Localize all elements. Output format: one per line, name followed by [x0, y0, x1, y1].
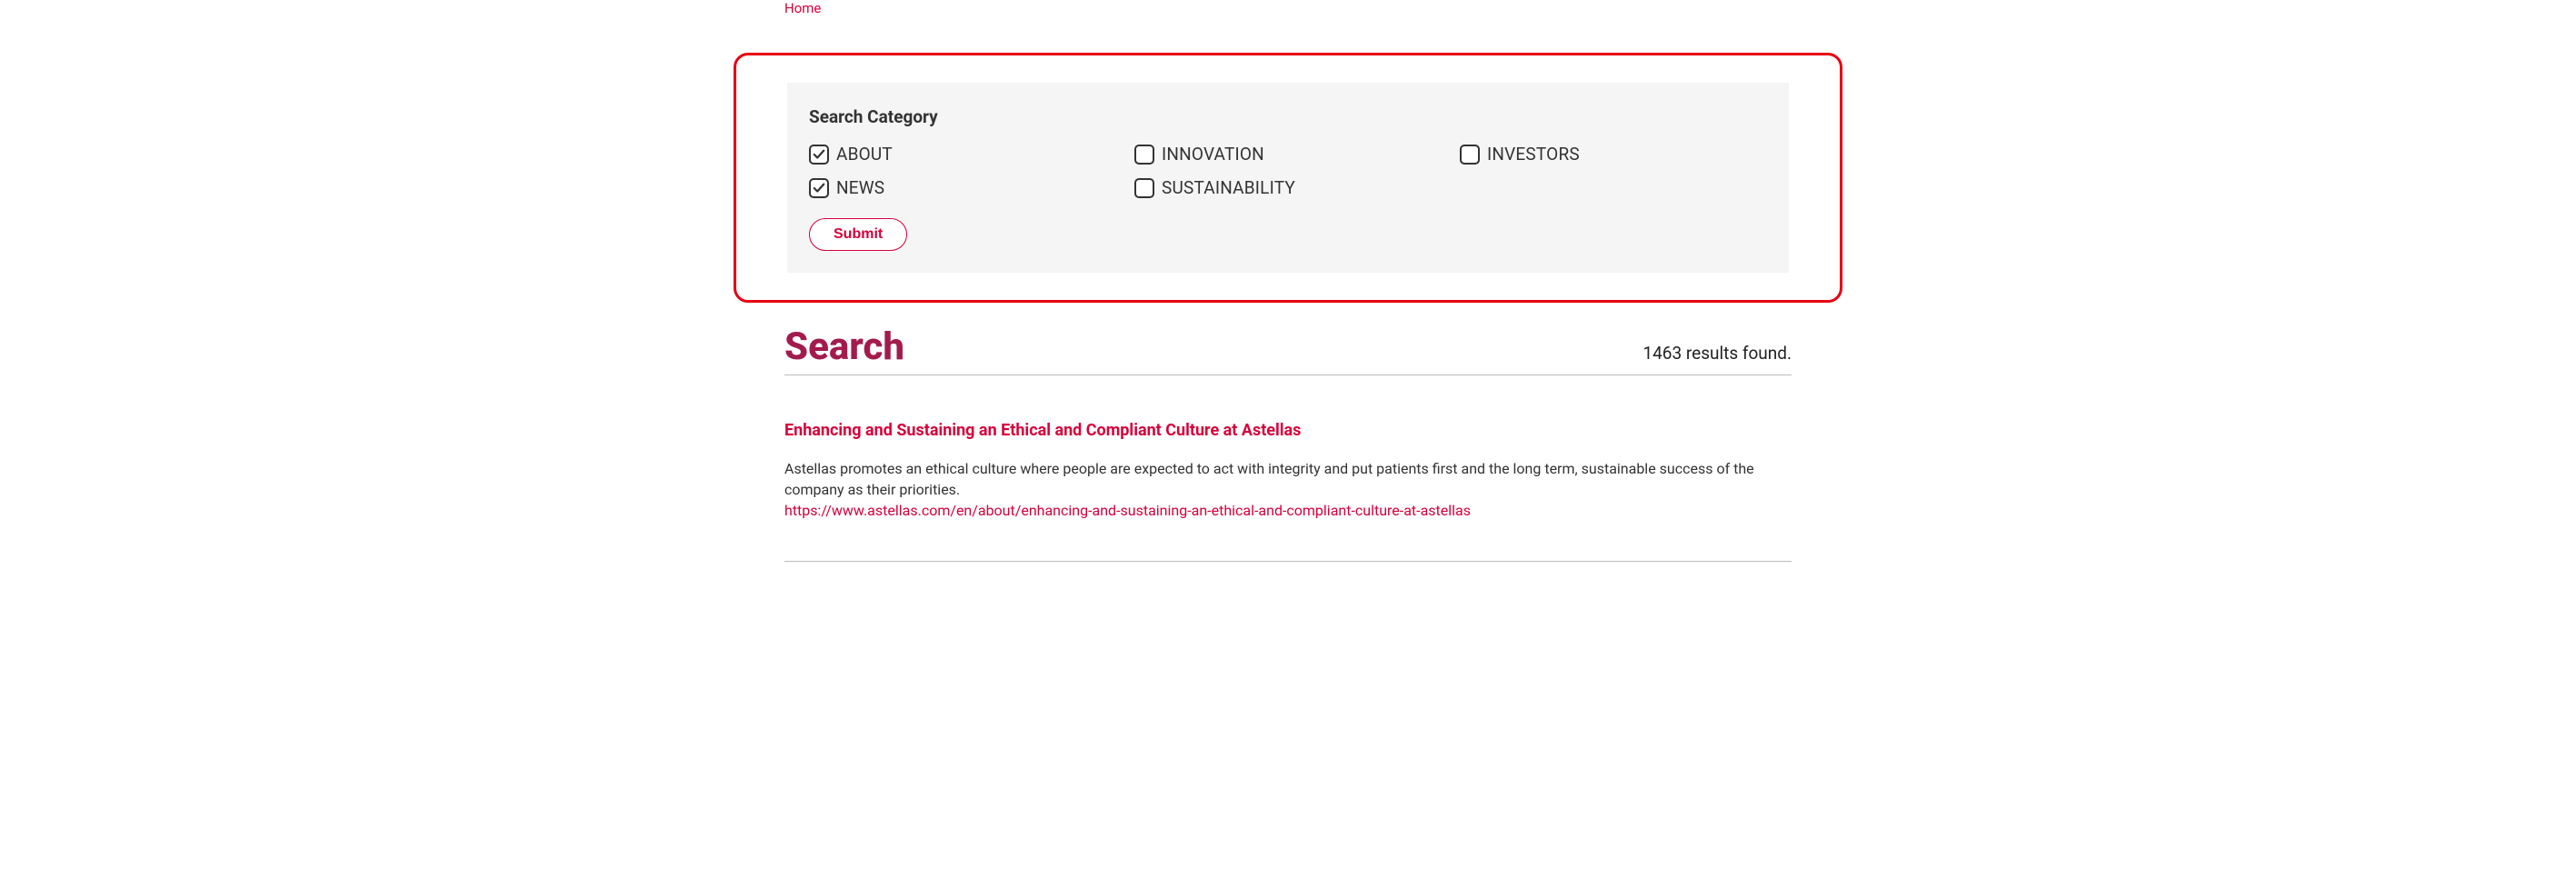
results-list: Enhancing and Sustaining an Ethical and … [784, 421, 1792, 562]
breadcrumb-home-link[interactable]: Home [784, 0, 821, 16]
checkbox-item-news[interactable]: NEWS [809, 177, 1116, 198]
checkbox-item-innovation[interactable]: INNOVATION [1134, 144, 1442, 165]
checkbox-label: ABOUT [836, 144, 893, 165]
checkbox-box[interactable] [809, 145, 829, 165]
checkbox-box[interactable] [1460, 145, 1480, 165]
checkbox-grid: ABOUT INNOVATION INVESTORS NEWS SUSTAINABILI… [809, 144, 1767, 198]
search-category-panel: Search Category ABOUT INNOVATION INVESTORS… [787, 83, 1789, 273]
breadcrumb: Home [784, 0, 1792, 16]
filter-highlight-box: Search Category ABOUT INNOVATION INVESTORS… [734, 53, 1842, 303]
results-count: 1463 results found. [1642, 343, 1792, 364]
check-icon [813, 182, 825, 195]
checkbox-item-about[interactable]: ABOUT [809, 144, 1116, 165]
submit-button[interactable]: Submit [809, 218, 907, 251]
filter-title: Search Category [809, 106, 1767, 127]
search-header-row: Search 1463 results found. [784, 325, 1792, 375]
checkbox-box[interactable] [1134, 178, 1154, 198]
result-item: Enhancing and Sustaining an Ethical and … [784, 421, 1792, 562]
checkbox-box[interactable] [809, 178, 829, 198]
check-icon [813, 148, 825, 161]
search-heading: Search [784, 325, 904, 369]
result-title-link[interactable]: Enhancing and Sustaining an Ethical and … [784, 421, 1301, 440]
result-url-link[interactable]: https://www.astellas.com/en/about/enhanc… [784, 502, 1471, 519]
checkbox-label: SUSTAINABILITY [1162, 177, 1295, 198]
checkbox-item-investors[interactable]: INVESTORS [1460, 144, 1767, 165]
checkbox-label: NEWS [836, 177, 884, 198]
checkbox-box[interactable] [1134, 145, 1154, 165]
checkbox-item-sustainability[interactable]: SUSTAINABILITY [1134, 177, 1442, 198]
result-description: Astellas promotes an ethical culture whe… [784, 458, 1792, 500]
checkbox-label: INVESTORS [1487, 144, 1580, 165]
checkbox-label: INNOVATION [1162, 144, 1264, 165]
